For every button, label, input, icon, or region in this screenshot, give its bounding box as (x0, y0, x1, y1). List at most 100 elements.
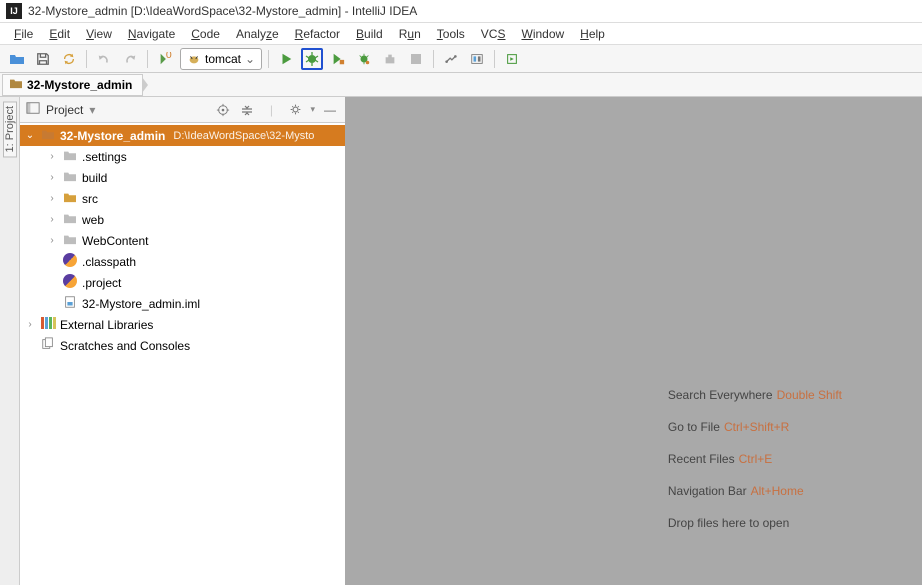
tree-item-label: src (82, 192, 98, 206)
libraries-icon (40, 317, 56, 332)
folder-icon (40, 128, 56, 143)
project-view-icon (26, 101, 40, 118)
tree-item-label: Scratches and Consoles (60, 339, 190, 353)
folder-icon (62, 191, 78, 206)
menu-view[interactable]: View (78, 25, 120, 43)
menu-refactor[interactable]: Refactor (287, 25, 348, 43)
chevron-down-icon: ⌄ (245, 52, 255, 66)
tree-item-project[interactable]: .project (20, 272, 345, 293)
svg-text:01: 01 (166, 52, 172, 61)
menu-navigate[interactable]: Navigate (120, 25, 183, 43)
tree-item-web[interactable]: › web (20, 209, 345, 230)
title-bar: IJ 32-Mystore_admin [D:\IdeaWordSpace\32… (0, 0, 922, 23)
hint-drop-files: Drop files here to open (668, 515, 842, 531)
left-gutter: 1: Project (0, 97, 20, 585)
menu-analyze[interactable]: Analyze (228, 25, 287, 43)
menu-tools[interactable]: Tools (429, 25, 473, 43)
folder-icon (9, 77, 23, 92)
editor-area[interactable]: Search Everywhere Double Shift Go to Fil… (360, 97, 922, 585)
update-run-icon[interactable]: 01 (154, 48, 176, 70)
chevron-down-icon[interactable]: ▾ (310, 104, 315, 115)
expand-icon[interactable]: ⌄ (24, 130, 36, 141)
debug-icon[interactable] (301, 48, 323, 70)
run-coverage-icon[interactable] (327, 48, 349, 70)
chevron-down-icon[interactable]: ▾ (89, 103, 95, 117)
run-icon[interactable] (275, 48, 297, 70)
hint-label: Go to File (668, 420, 720, 434)
update-project-icon[interactable] (501, 48, 523, 70)
hide-icon[interactable]: — (321, 101, 339, 119)
expand-icon[interactable]: › (46, 151, 58, 162)
menu-window[interactable]: Window (513, 25, 572, 43)
tree-item-label: 32-Mystore_admin.iml (82, 297, 200, 311)
menu-code[interactable]: Code (183, 25, 228, 43)
tree-item-label: build (82, 171, 107, 185)
welcome-hints: Search Everywhere Double Shift Go to Fil… (668, 387, 842, 531)
run-config-selector[interactable]: tomcat ⌄ (180, 48, 262, 70)
tree-item-label: .settings (82, 150, 127, 164)
project-structure-icon[interactable] (466, 48, 488, 70)
expand-icon[interactable]: › (46, 235, 58, 246)
menu-help[interactable]: Help (572, 25, 613, 43)
expand-icon[interactable]: › (46, 172, 58, 183)
menu-vcs[interactable]: VCS (473, 25, 514, 43)
collapse-all-icon[interactable] (238, 101, 256, 119)
tree-item-settings[interactable]: › .settings (20, 146, 345, 167)
panel-title[interactable]: Project (46, 103, 83, 117)
expand-icon[interactable]: › (24, 319, 36, 330)
locate-icon[interactable] (214, 101, 232, 119)
tree-item-classpath[interactable]: .classpath (20, 251, 345, 272)
tree-root[interactable]: ⌄ 32-Mystore_admin D:\IdeaWordSpace\32-M… (20, 125, 345, 146)
breadcrumb-root[interactable]: 32-Mystore_admin (2, 74, 143, 96)
menu-file[interactable]: File (6, 25, 41, 43)
run-config-label: tomcat (205, 52, 241, 66)
hint-recent-files: Recent Files Ctrl+E (668, 451, 842, 467)
menu-build[interactable]: Build (348, 25, 391, 43)
tree-item-label: .project (82, 276, 121, 290)
open-icon[interactable] (6, 48, 28, 70)
hint-label: Search Everywhere (668, 388, 773, 402)
tree-scratches[interactable]: Scratches and Consoles (20, 335, 345, 356)
tree-item-label: External Libraries (60, 318, 153, 332)
project-tool-tab[interactable]: 1: Project (3, 101, 17, 157)
tree-item-src[interactable]: › src (20, 188, 345, 209)
hint-search-everywhere: Search Everywhere Double Shift (668, 387, 842, 403)
hint-goto-file: Go to File Ctrl+Shift+R (668, 419, 842, 435)
divider: | (262, 101, 280, 119)
project-panel-header: Project ▾ | ▾ — (20, 97, 345, 123)
hint-nav-bar: Navigation Bar Alt+Home (668, 483, 842, 499)
project-tree[interactable]: ⌄ 32-Mystore_admin D:\IdeaWordSpace\32-M… (20, 123, 345, 585)
expand-icon[interactable]: › (46, 193, 58, 204)
save-all-icon[interactable] (32, 48, 54, 70)
eclipse-file-icon (62, 253, 78, 270)
folder-icon (62, 212, 78, 227)
project-panel: Project ▾ | ▾ — ⌄ 32-Mystore_admin D:\Id… (20, 97, 360, 585)
hint-hotkey: Double Shift (777, 388, 842, 402)
tree-item-build[interactable]: › build (20, 167, 345, 188)
iml-file-icon (62, 295, 78, 312)
expand-icon[interactable]: › (46, 214, 58, 225)
profile-icon[interactable] (353, 48, 375, 70)
sync-icon[interactable] (58, 48, 80, 70)
scratch-icon (40, 337, 56, 354)
toolbar: 01 tomcat ⌄ (0, 45, 922, 73)
tree-item-iml[interactable]: 32-Mystore_admin.iml (20, 293, 345, 314)
menu-run[interactable]: Run (391, 25, 429, 43)
undo-icon[interactable] (93, 48, 115, 70)
tomcat-icon (187, 52, 201, 66)
attach-icon[interactable] (379, 48, 401, 70)
tree-external-libraries[interactable]: › External Libraries (20, 314, 345, 335)
stop-icon[interactable] (405, 48, 427, 70)
hint-label: Drop files here to open (668, 516, 789, 530)
breadcrumb-label: 32-Mystore_admin (27, 78, 132, 92)
tree-item-webcontent[interactable]: › WebContent (20, 230, 345, 251)
separator (268, 50, 269, 68)
tree-item-label: .classpath (82, 255, 136, 269)
gear-icon[interactable] (286, 101, 304, 119)
hint-label: Navigation Bar (668, 484, 747, 498)
folder-icon (62, 170, 78, 185)
app-icon: IJ (6, 3, 22, 19)
redo-icon[interactable] (119, 48, 141, 70)
menu-edit[interactable]: Edit (41, 25, 78, 43)
settings-icon[interactable] (440, 48, 462, 70)
